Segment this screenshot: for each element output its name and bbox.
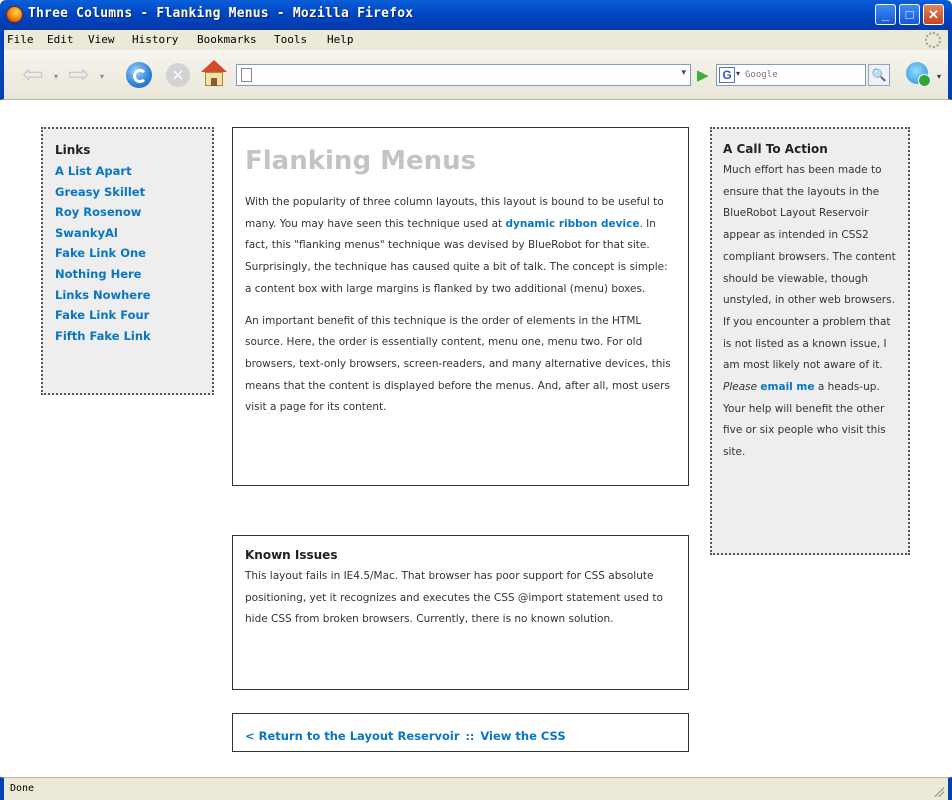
extension-dropdown-icon[interactable]: ▾ [937,72,941,81]
call-to-action-text: Much effort has been made to ensure that… [723,160,897,464]
left-menu: Links A List Apart Greasy Skillet Roy Ro… [41,127,214,395]
menu-bookmarks[interactable]: Bookmarks [197,33,257,46]
footer-separator: :: [465,730,475,743]
go-button[interactable]: ▶ [697,66,709,84]
cta-please: Please [723,381,758,394]
page-icon [241,68,252,82]
minimize-button[interactable]: _ [875,4,896,25]
link-nothing-here[interactable]: Nothing Here [55,264,200,285]
left-menu-heading: Links [55,143,91,157]
page-title: Flanking Menus [245,146,477,176]
footer-links: < Return to the Layout Reservoir:: View t… [232,713,689,752]
resize-grip-icon[interactable] [934,787,944,797]
stop-button[interactable]: × [166,63,190,87]
address-dropdown-icon[interactable]: ▾ [681,68,686,78]
menu-history[interactable]: History [132,33,178,46]
search-button[interactable]: 🔍 [868,64,890,86]
status-text: Done [10,783,35,794]
link-greasy-skillet[interactable]: Greasy Skillet [55,182,200,203]
right-menu-heading: A Call To Action [723,142,828,156]
menu-edit[interactable]: Edit [47,33,74,46]
link-fifth-fake-link[interactable]: Fifth Fake Link [55,326,200,347]
known-issues-text: This layout fails in IE4.5/Mac. That bro… [245,570,663,626]
back-button[interactable]: ⇦ [22,62,50,88]
menu-file[interactable]: File [7,33,34,46]
home-button[interactable] [200,60,228,88]
extension-icon[interactable] [906,62,931,87]
back-dropdown-icon[interactable]: ▾ [54,72,58,81]
menu-view[interactable]: View [88,33,115,46]
main-content: Flanking Menus With the popularity of th… [232,127,689,486]
link-roy-rosenow[interactable]: Roy Rosenow [55,202,200,223]
link-fake-link-four[interactable]: Fake Link Four [55,305,200,326]
known-issues-heading: Known Issues [245,548,338,562]
menu-bar: File Edit View History Bookmarks Tools H… [0,30,952,50]
return-reservoir-link[interactable]: < Return to the Layout Reservoir [245,729,460,743]
home-roof-icon [201,60,227,72]
window-title: Three Columns - Flanking Menus - Mozilla… [28,6,414,21]
forward-dropdown-icon[interactable]: ▾ [100,72,104,81]
window-titlebar[interactable]: Three Columns - Flanking Menus - Mozilla… [0,0,952,30]
search-engine-icon[interactable]: G [719,67,735,83]
email-me-link[interactable]: email me [760,381,814,393]
cta-text-start: Much effort has been made to ensure that… [723,164,896,372]
known-issues-box: Known Issues This layout fails in IE4.5/… [232,535,689,690]
firefox-logo-icon [6,6,23,23]
status-bar: Done [0,777,952,800]
address-bar[interactable]: ▾ [236,64,691,86]
link-a-list-apart[interactable]: A List Apart [55,161,200,182]
page-viewport: Links A List Apart Greasy Skillet Roy Ro… [4,101,948,777]
dynamic-ribbon-link[interactable]: dynamic ribbon device [506,218,640,230]
search-engine-dropdown-icon[interactable]: ▾ [736,69,740,78]
throbber-icon [925,32,941,48]
right-menu: A Call To Action Much effort has been ma… [710,127,910,555]
close-button[interactable]: ✕ [923,4,944,25]
link-links-nowhere[interactable]: Links Nowhere [55,285,200,306]
search-box[interactable]: G ▾ [716,64,866,86]
intro-paragraph: With the popularity of three column layo… [245,192,676,301]
benefit-paragraph: An important benefit of this technique i… [245,314,671,414]
home-door-icon [211,78,217,86]
forward-button[interactable]: ⇨ [68,62,96,88]
menu-tools[interactable]: Tools [274,33,307,46]
link-swankyal[interactable]: SwankyAl [55,223,200,244]
navigation-toolbar: ⇦ ▾ ⇨ ▾ × ▾ ▶ G ▾ 🔍 ▾ [0,50,952,100]
link-fake-link-one[interactable]: Fake Link One [55,243,200,264]
menu-help[interactable]: Help [327,33,354,46]
reload-button[interactable] [126,62,152,88]
view-css-link[interactable]: View the CSS [480,729,565,743]
maximize-button[interactable]: □ [899,4,920,25]
search-input[interactable] [745,67,860,83]
